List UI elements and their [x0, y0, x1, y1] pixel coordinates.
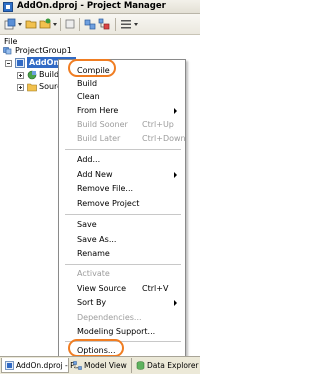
menu-item-build-later: Build Later Ctrl+Down [59, 132, 186, 145]
view-options-icon[interactable] [120, 18, 132, 30]
menu-item-modeling-support[interactable]: Modeling Support... [59, 325, 185, 338]
menu-item-build[interactable]: Build [59, 77, 185, 90]
project-manager-icon [5, 361, 14, 370]
menu-item-label: Compile [77, 66, 110, 75]
menu-item-view-source[interactable]: View Source Ctrl+V [59, 282, 185, 295]
menu-item-label: Activate [77, 269, 110, 278]
menu-item-label: Save [77, 220, 97, 229]
menu-item-label: From Here [77, 106, 119, 115]
context-menu: Compile Build Clean From Here Build Soon… [58, 59, 186, 357]
tab-data-explorer[interactable]: Data Explorer [133, 358, 200, 373]
build-configurations-icon [27, 70, 37, 80]
menu-item-remove-project[interactable]: Remove Project [59, 197, 185, 210]
menu-item-label: Save As... [77, 235, 117, 244]
toolbar [0, 14, 200, 35]
menu-separator [65, 341, 181, 342]
model-view-icon [73, 361, 82, 370]
menu-item-shortcut: Ctrl+Up [142, 120, 174, 129]
menu-item-label: Options... [77, 346, 116, 355]
menu-item-label: Add... [77, 155, 101, 164]
toolbar-separator [60, 18, 61, 31]
menu-item-activate: Activate [59, 267, 185, 280]
project-group-icon [3, 47, 12, 55]
menu-item-build-sooner: Build Sooner Ctrl+Up [59, 118, 185, 131]
menu-item-save[interactable]: Save [59, 218, 185, 231]
chevron-down-icon[interactable] [18, 23, 22, 26]
menu-item-label: Dependencies... [77, 313, 142, 322]
menu-item-label: Remove File... [77, 184, 134, 193]
tab-project-manager[interactable]: AddOn.dproj - P... [1, 358, 81, 373]
menu-item-label: View Source [77, 284, 127, 293]
menu-item-label: Clean [77, 92, 100, 101]
tab-model-view[interactable]: Model View [70, 358, 132, 373]
tab-label: Data Explorer [147, 361, 199, 370]
data-explorer-icon [136, 361, 145, 370]
open-folder-icon[interactable] [25, 18, 37, 30]
menu-separator [65, 214, 181, 215]
menu-item-shortcut: Ctrl+Down [142, 134, 186, 143]
collapse-icon[interactable] [5, 60, 12, 67]
file-label: File [4, 37, 18, 46]
title-bar: AddOn.dproj - Project Manager [0, 0, 200, 14]
project-icon [15, 58, 25, 68]
menu-item-add-new[interactable]: Add New [59, 168, 185, 181]
menu-item-shortcut: Ctrl+V [142, 284, 169, 293]
tab-label: Model View [84, 361, 127, 370]
window-title: AddOn.dproj - Project Manager [17, 1, 166, 11]
menu-item-from-here[interactable]: From Here [59, 104, 185, 117]
menu-item-sort-by[interactable]: Sort By [59, 296, 185, 309]
new-project-icon[interactable] [4, 18, 16, 30]
menu-item-label: Build [77, 79, 98, 88]
menu-item-label: Remove Project [77, 199, 140, 208]
chevron-down-icon[interactable] [53, 23, 57, 26]
menu-item-clean[interactable]: Clean [59, 90, 185, 103]
tab-bar: AddOn.dproj - P... Model View Data Explo… [0, 356, 200, 374]
submenu-arrow-icon [174, 172, 177, 178]
expand-icon[interactable] [17, 72, 24, 79]
menu-item-rename[interactable]: Rename [59, 247, 185, 260]
menu-item-label: Sort By [77, 298, 107, 307]
project-manager-icon [3, 2, 13, 12]
tree-item-label: ProjectGroup1 [15, 46, 72, 55]
submenu-arrow-icon [174, 108, 177, 114]
menu-item-compile[interactable]: Compile [59, 64, 185, 77]
menu-item-label: Rename [77, 249, 110, 258]
chevron-down-icon[interactable] [134, 23, 138, 26]
submenu-arrow-icon [174, 300, 177, 306]
menu-item-label: Add New [77, 170, 113, 179]
menu-item-label: Build Later [77, 134, 121, 143]
project-tree-icon[interactable] [98, 18, 110, 30]
remove-icon[interactable] [64, 18, 76, 30]
menu-item-remove-file[interactable]: Remove File... [59, 182, 185, 195]
menu-item-save-as[interactable]: Save As... [59, 233, 185, 246]
menu-separator [65, 149, 181, 150]
menu-separator [65, 264, 181, 265]
menu-item-add[interactable]: Add... [59, 153, 185, 166]
sync-icon[interactable] [84, 18, 96, 30]
menu-item-label: Build Sooner [77, 120, 128, 129]
menu-item-label: Modeling Support... [77, 327, 156, 336]
toolbar-separator [79, 18, 80, 31]
folder-icon [27, 83, 37, 92]
expand-icon[interactable] [17, 84, 24, 91]
add-file-icon[interactable] [39, 18, 51, 30]
menu-item-dependencies: Dependencies... [59, 311, 185, 324]
toolbar-separator [115, 18, 116, 31]
